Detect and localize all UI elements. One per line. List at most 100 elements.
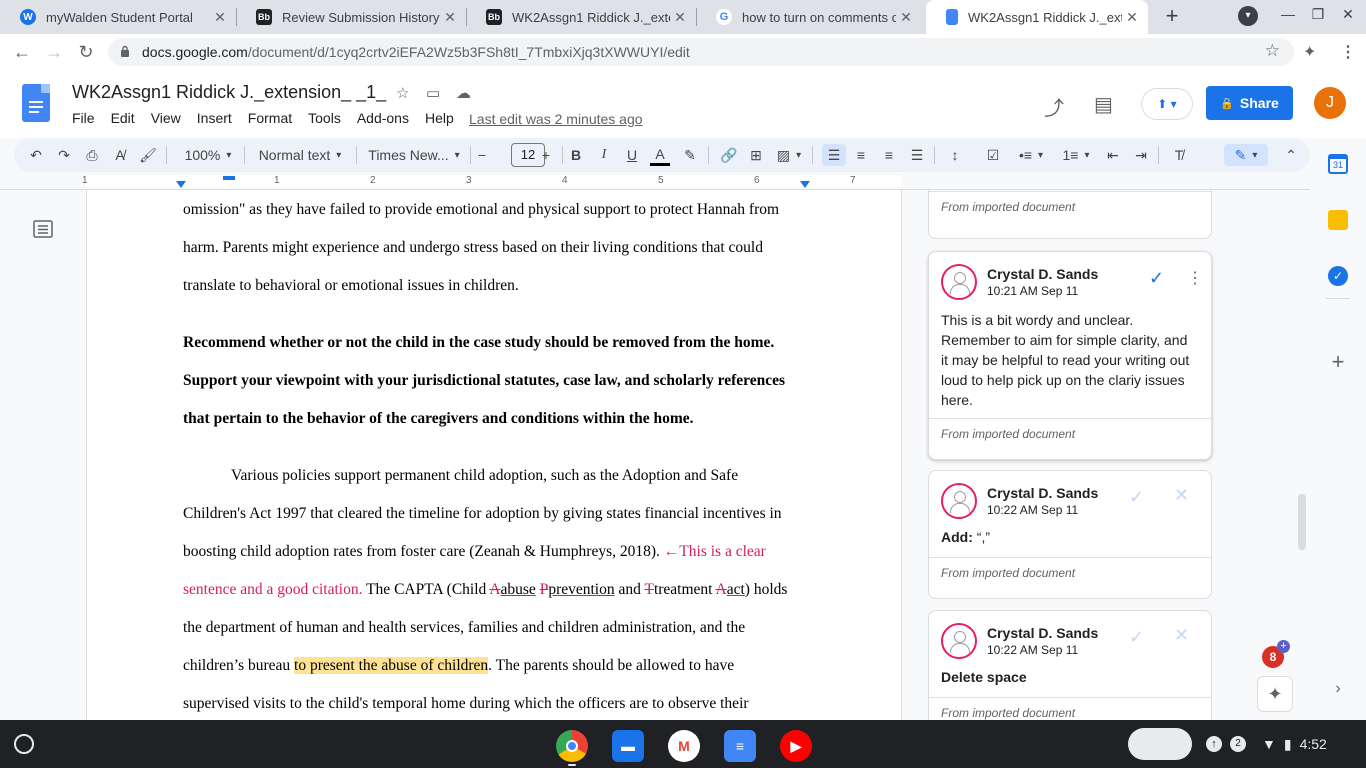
star-icon[interactable]: ☆ bbox=[396, 84, 409, 102]
highlight-icon[interactable]: ✎ bbox=[680, 144, 700, 166]
left-indent-marker[interactable] bbox=[176, 181, 186, 188]
scrollbar-thumb[interactable] bbox=[1298, 494, 1306, 550]
last-edit-link[interactable]: Last edit was 2 minutes ago bbox=[469, 111, 643, 127]
align-left-icon[interactable]: ☰ bbox=[822, 144, 846, 166]
launcher-icon[interactable] bbox=[14, 734, 34, 754]
tote-thumbnails[interactable] bbox=[1128, 728, 1192, 760]
bold-icon[interactable]: B bbox=[566, 144, 586, 166]
menu-addons[interactable]: Add-ons bbox=[349, 110, 417, 126]
close-window-icon[interactable]: ✕ bbox=[1338, 6, 1358, 23]
bulleted-list-icon[interactable]: •≡ bbox=[1014, 144, 1048, 166]
accept-check-icon[interactable]: ✓ bbox=[1129, 487, 1144, 508]
tab-wk2assgn1-blackboard[interactable]: Bb WK2Assgn1 Riddick J._extens ✕ bbox=[466, 0, 696, 34]
justify-icon[interactable]: ☰ bbox=[906, 144, 928, 166]
decrease-indent-icon[interactable]: ⇤ bbox=[1102, 144, 1124, 166]
suggestion-delete[interactable]: prevention bbox=[548, 581, 614, 598]
menu-view[interactable]: View bbox=[143, 110, 189, 126]
text-color-icon[interactable]: A bbox=[650, 144, 670, 166]
insert-image-icon[interactable]: ▨ bbox=[774, 144, 804, 166]
restore-icon[interactable]: ❐ bbox=[1308, 6, 1328, 23]
tasks-icon[interactable]: ✓ bbox=[1328, 266, 1348, 286]
document-title[interactable]: WK2Assgn1 Riddick J._extension_ _1_ bbox=[72, 82, 386, 103]
reject-x-icon[interactable]: ✕ bbox=[1174, 625, 1189, 646]
move-folder-icon[interactable]: ▭ bbox=[426, 84, 440, 102]
reject-x-icon[interactable]: ✕ bbox=[1174, 485, 1189, 506]
tab-search-icon[interactable]: ▾ bbox=[1238, 6, 1258, 26]
tab-review-submission[interactable]: Bb Review Submission History: A ✕ bbox=[236, 0, 466, 34]
increase-indent-icon[interactable]: ⇥ bbox=[1130, 144, 1152, 166]
resolve-check-icon[interactable]: ✓ bbox=[1149, 268, 1164, 289]
tab-google-search[interactable]: G how to turn on comments on ✕ bbox=[696, 0, 922, 34]
commented-highlight[interactable]: to present the abuse of children bbox=[294, 657, 489, 674]
keep-icon[interactable] bbox=[1328, 210, 1348, 230]
gmail-icon[interactable]: M bbox=[668, 730, 700, 762]
suggestion-insert[interactable]: T bbox=[644, 581, 653, 598]
menu-icon[interactable]: ⋮ bbox=[1340, 42, 1356, 62]
add-addon-icon[interactable]: + bbox=[1328, 351, 1348, 373]
bookmark-star-icon[interactable]: ☆ bbox=[1265, 41, 1280, 61]
checklist-icon[interactable]: ☑ bbox=[982, 144, 1004, 166]
cloud-status-icon[interactable]: ☁ bbox=[456, 84, 471, 102]
clear-formatting-icon[interactable]: T̸ bbox=[1168, 144, 1190, 166]
numbered-list-icon[interactable]: 1≡ bbox=[1058, 144, 1094, 166]
italic-icon[interactable]: I bbox=[594, 144, 614, 166]
menu-help[interactable]: Help bbox=[417, 110, 462, 126]
new-tab-button[interactable]: + bbox=[1160, 4, 1184, 28]
comment-card[interactable]: Crystal D. Sands 10:21 AM Sep 11 ✓ ⋮ Thi… bbox=[928, 251, 1212, 460]
decrease-font-size-button[interactable]: − bbox=[474, 144, 490, 166]
align-right-icon[interactable]: ≡ bbox=[878, 144, 900, 166]
suggestion-insert[interactable]: A bbox=[716, 581, 727, 598]
explore-assist-icon[interactable]: ✦ bbox=[1257, 676, 1293, 712]
align-center-icon[interactable]: ≡ bbox=[850, 144, 872, 166]
account-avatar[interactable]: J bbox=[1314, 87, 1346, 119]
suggestion-card[interactable]: Crystal D. Sands 10:22 AM Sep 11 ✓ ✕ Add… bbox=[928, 470, 1212, 599]
increase-font-size-button[interactable]: + bbox=[538, 144, 554, 166]
more-options-icon[interactable]: ⋮ bbox=[1187, 268, 1203, 288]
add-comment-icon[interactable]: ⊞ bbox=[746, 144, 766, 166]
close-icon[interactable]: ✕ bbox=[670, 9, 690, 26]
font-select[interactable]: Times New... bbox=[366, 144, 462, 166]
right-indent-marker[interactable] bbox=[800, 181, 810, 188]
suggestion-card[interactable]: Crystal D. Sands 10:22 AM Sep 11 ✓ ✕ Del… bbox=[928, 610, 1212, 720]
spellcheck-icon[interactable]: A̸ bbox=[110, 144, 130, 166]
underline-icon[interactable]: U bbox=[622, 144, 642, 166]
status-tray[interactable]: ↑ 2 ▼ ▮ 4:52 bbox=[1206, 728, 1358, 760]
close-icon[interactable]: ✕ bbox=[440, 9, 460, 26]
document-page[interactable]: omission" as they have failed to provide… bbox=[86, 190, 902, 720]
calendar-icon[interactable]: 31 bbox=[1328, 154, 1348, 174]
address-bar[interactable]: docs.google.com/document/d/1cyq2crtv2iEF… bbox=[108, 38, 1294, 66]
link-icon[interactable]: 🔗 bbox=[718, 144, 740, 166]
style-select[interactable]: Normal text bbox=[254, 144, 346, 166]
chrome-icon[interactable] bbox=[556, 730, 588, 762]
line-spacing-icon[interactable]: ↕ bbox=[944, 144, 966, 166]
forward-icon[interactable]: → bbox=[42, 40, 66, 64]
present-button[interactable]: ⬆ ▾ bbox=[1141, 88, 1193, 120]
minimize-icon[interactable]: — bbox=[1278, 6, 1298, 22]
comment-history-icon[interactable]: ▤ bbox=[1094, 92, 1113, 117]
tab-walden-portal[interactable]: W myWalden Student Portal ✕ bbox=[0, 0, 236, 34]
editing-mode-icon[interactable]: ✎ bbox=[1224, 144, 1268, 166]
activity-trend-icon[interactable]: ⤴ bbox=[1044, 92, 1064, 121]
comment-card[interactable]: From imported document bbox=[928, 190, 1212, 239]
document-outline-icon[interactable] bbox=[33, 220, 53, 238]
undo-icon[interactable]: ↶ bbox=[26, 144, 46, 166]
menu-format[interactable]: Format bbox=[240, 110, 300, 126]
suggestion-insert[interactable]: A bbox=[489, 581, 500, 598]
expand-panel-icon[interactable]: › bbox=[1328, 680, 1348, 700]
first-line-indent-marker[interactable] bbox=[223, 176, 235, 180]
redo-icon[interactable]: ↷ bbox=[54, 144, 74, 166]
tab-google-doc[interactable]: WK2Assgn1 Riddick J._extens ✕ bbox=[926, 0, 1148, 34]
docs-app-icon[interactable]: ≡ bbox=[724, 730, 756, 762]
close-icon[interactable]: ✕ bbox=[210, 9, 230, 26]
reload-icon[interactable]: ↻ bbox=[74, 40, 98, 64]
menu-tools[interactable]: Tools bbox=[300, 110, 349, 126]
extensions-icon[interactable]: ✦ bbox=[1303, 42, 1316, 62]
close-icon[interactable]: ✕ bbox=[896, 9, 916, 26]
close-icon[interactable]: ✕ bbox=[1122, 9, 1142, 26]
accept-check-icon[interactable]: ✓ bbox=[1129, 627, 1144, 648]
paint-format-icon[interactable]: 🖌 bbox=[138, 144, 158, 166]
share-button[interactable]: 🔒 Share bbox=[1206, 86, 1293, 120]
menu-insert[interactable]: Insert bbox=[189, 110, 240, 126]
files-icon[interactable]: ▬ bbox=[612, 730, 644, 762]
docs-logo-icon[interactable] bbox=[22, 84, 50, 122]
